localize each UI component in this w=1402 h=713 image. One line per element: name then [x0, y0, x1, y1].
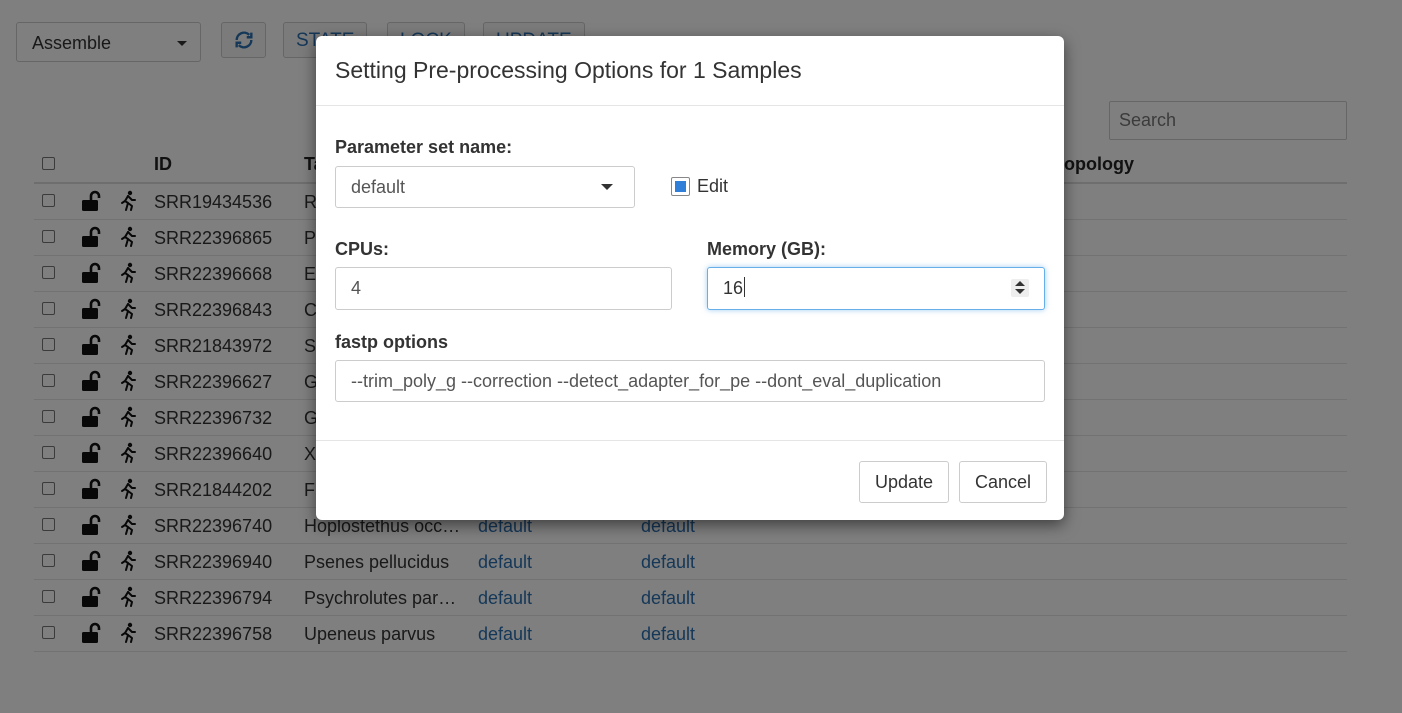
chevron-down-icon — [601, 184, 613, 190]
fastp-options-input[interactable]: --trim_poly_g --correction --detect_adap… — [335, 360, 1045, 402]
param-set-value: default — [351, 177, 406, 197]
edit-checkbox[interactable] — [671, 177, 690, 196]
modal-title: Setting Pre-processing Options for 1 Sam… — [335, 57, 802, 83]
spin-up-icon[interactable] — [1015, 281, 1025, 286]
cpus-value: 4 — [351, 278, 362, 298]
number-spinner[interactable] — [1011, 279, 1029, 297]
param-set-select[interactable]: default — [335, 166, 635, 208]
cpus-label: CPUs: — [335, 239, 390, 259]
fastp-label: fastp options — [335, 332, 448, 352]
memory-input[interactable]: 16 — [707, 267, 1045, 310]
edit-label: Edit — [697, 176, 729, 196]
modal-cancel-button[interactable]: Cancel — [959, 461, 1048, 503]
modal-footer: Update Cancel — [316, 440, 1064, 521]
text-cursor — [744, 277, 746, 297]
checkbox-checked-mark — [675, 181, 686, 192]
modal-update-button[interactable]: Update — [859, 461, 950, 503]
cpus-input[interactable]: 4 — [335, 267, 672, 310]
fastp-options-value: --trim_poly_g --correction --detect_adap… — [351, 371, 942, 391]
modal-header: Setting Pre-processing Options for 1 Sam… — [316, 36, 1064, 106]
memory-value: 16 — [723, 278, 744, 298]
memory-label: Memory (GB): — [707, 239, 827, 259]
preprocessing-options-dialog: Setting Pre-processing Options for 1 Sam… — [316, 36, 1064, 520]
spin-down-icon[interactable] — [1015, 289, 1025, 294]
param-set-label: Parameter set name: — [335, 137, 513, 157]
